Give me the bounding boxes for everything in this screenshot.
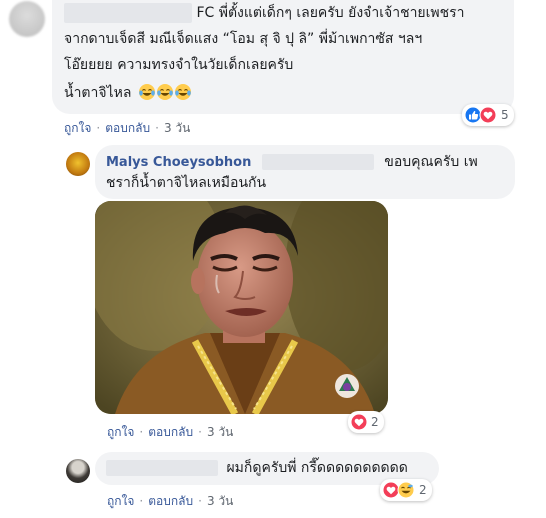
reply-text-line: ขอบคุณครับ เพ xyxy=(384,154,478,170)
like-link[interactable]: ถูกใจ xyxy=(107,494,134,508)
comment-text-line: จากดาบเจ็ดสี มณีเจ็ดแสง “โอม สุ จิ ปุ ลิ… xyxy=(64,31,423,47)
blurred-commenter-name[interactable] xyxy=(64,3,192,23)
reply-bubble: Malys Choeysobhon ขอบคุณครับ เพ ชราก็น้ำ… xyxy=(95,145,515,199)
reaction-count: 2 xyxy=(371,415,379,429)
reply-link[interactable]: ตอบกลับ xyxy=(105,121,150,135)
comment-text-line: น้ำตาจิไหล xyxy=(64,85,132,101)
reply-author-name[interactable]: Malys Choeysobhon xyxy=(106,155,251,170)
love-icon xyxy=(350,413,368,431)
reaction-summary[interactable]: 5 xyxy=(462,104,514,126)
reaction-gif-image[interactable] xyxy=(95,201,388,414)
reaction-count: 2 xyxy=(419,483,427,497)
reply-link[interactable]: ตอบกลับ xyxy=(148,425,193,439)
reply-actions: ถูกใจ · ตอบกลับ · 3 วัน xyxy=(107,425,234,439)
reply-text: ผมก็ดูครับพี่ กรี๊ดดดดดดดดดด xyxy=(226,460,408,476)
reply-actions: ถูกใจ · ตอบกลับ · 3 วัน xyxy=(107,494,234,508)
reply-commenter-avatar[interactable] xyxy=(66,459,90,483)
timestamp[interactable]: 3 วัน xyxy=(164,121,190,135)
comment-text-line: โอ๊ยยยย ความทรงจำในวัยเด็กเลยครับ xyxy=(64,57,294,73)
crying-man-picture xyxy=(95,201,388,414)
reaction-summary[interactable]: 2 xyxy=(380,479,432,501)
timestamp[interactable]: 3 วัน xyxy=(207,494,233,508)
blurred-commenter-name[interactable] xyxy=(106,460,218,476)
comment-bubble: FC พี่ตั้งแต่เด็กๆ เลยครับ ยังจำเจ้าชายเ… xyxy=(52,0,514,114)
like-love-icon xyxy=(464,106,497,124)
like-link[interactable]: ถูกใจ xyxy=(107,425,134,439)
reply-author-avatar[interactable] xyxy=(66,152,90,176)
comment-text-line: พี่ตั้งแต่เด็กๆ เลยครับ ยังจำเจ้าชายเพชร… xyxy=(218,5,465,21)
commenter-name-suffix[interactable]: FC xyxy=(196,5,214,21)
blurred-tag[interactable] xyxy=(261,154,374,170)
like-link[interactable]: ถูกใจ xyxy=(64,121,91,135)
reaction-count: 5 xyxy=(501,108,509,122)
timestamp[interactable]: 3 วัน xyxy=(207,425,233,439)
commenter-avatar[interactable] xyxy=(9,1,45,37)
comment-actions: ถูกใจ · ตอบกลับ · 3 วัน xyxy=(64,121,191,135)
reply-text-line: ชราก็น้ำตาจิไหลเหมือนกัน xyxy=(106,175,267,191)
love-haha-icon xyxy=(382,481,415,499)
laugh-cry-emoji xyxy=(138,83,192,101)
laugh-cry-emoji-group xyxy=(138,83,192,108)
reply-link[interactable]: ตอบกลับ xyxy=(148,494,193,508)
reaction-summary[interactable]: 2 xyxy=(348,411,384,433)
